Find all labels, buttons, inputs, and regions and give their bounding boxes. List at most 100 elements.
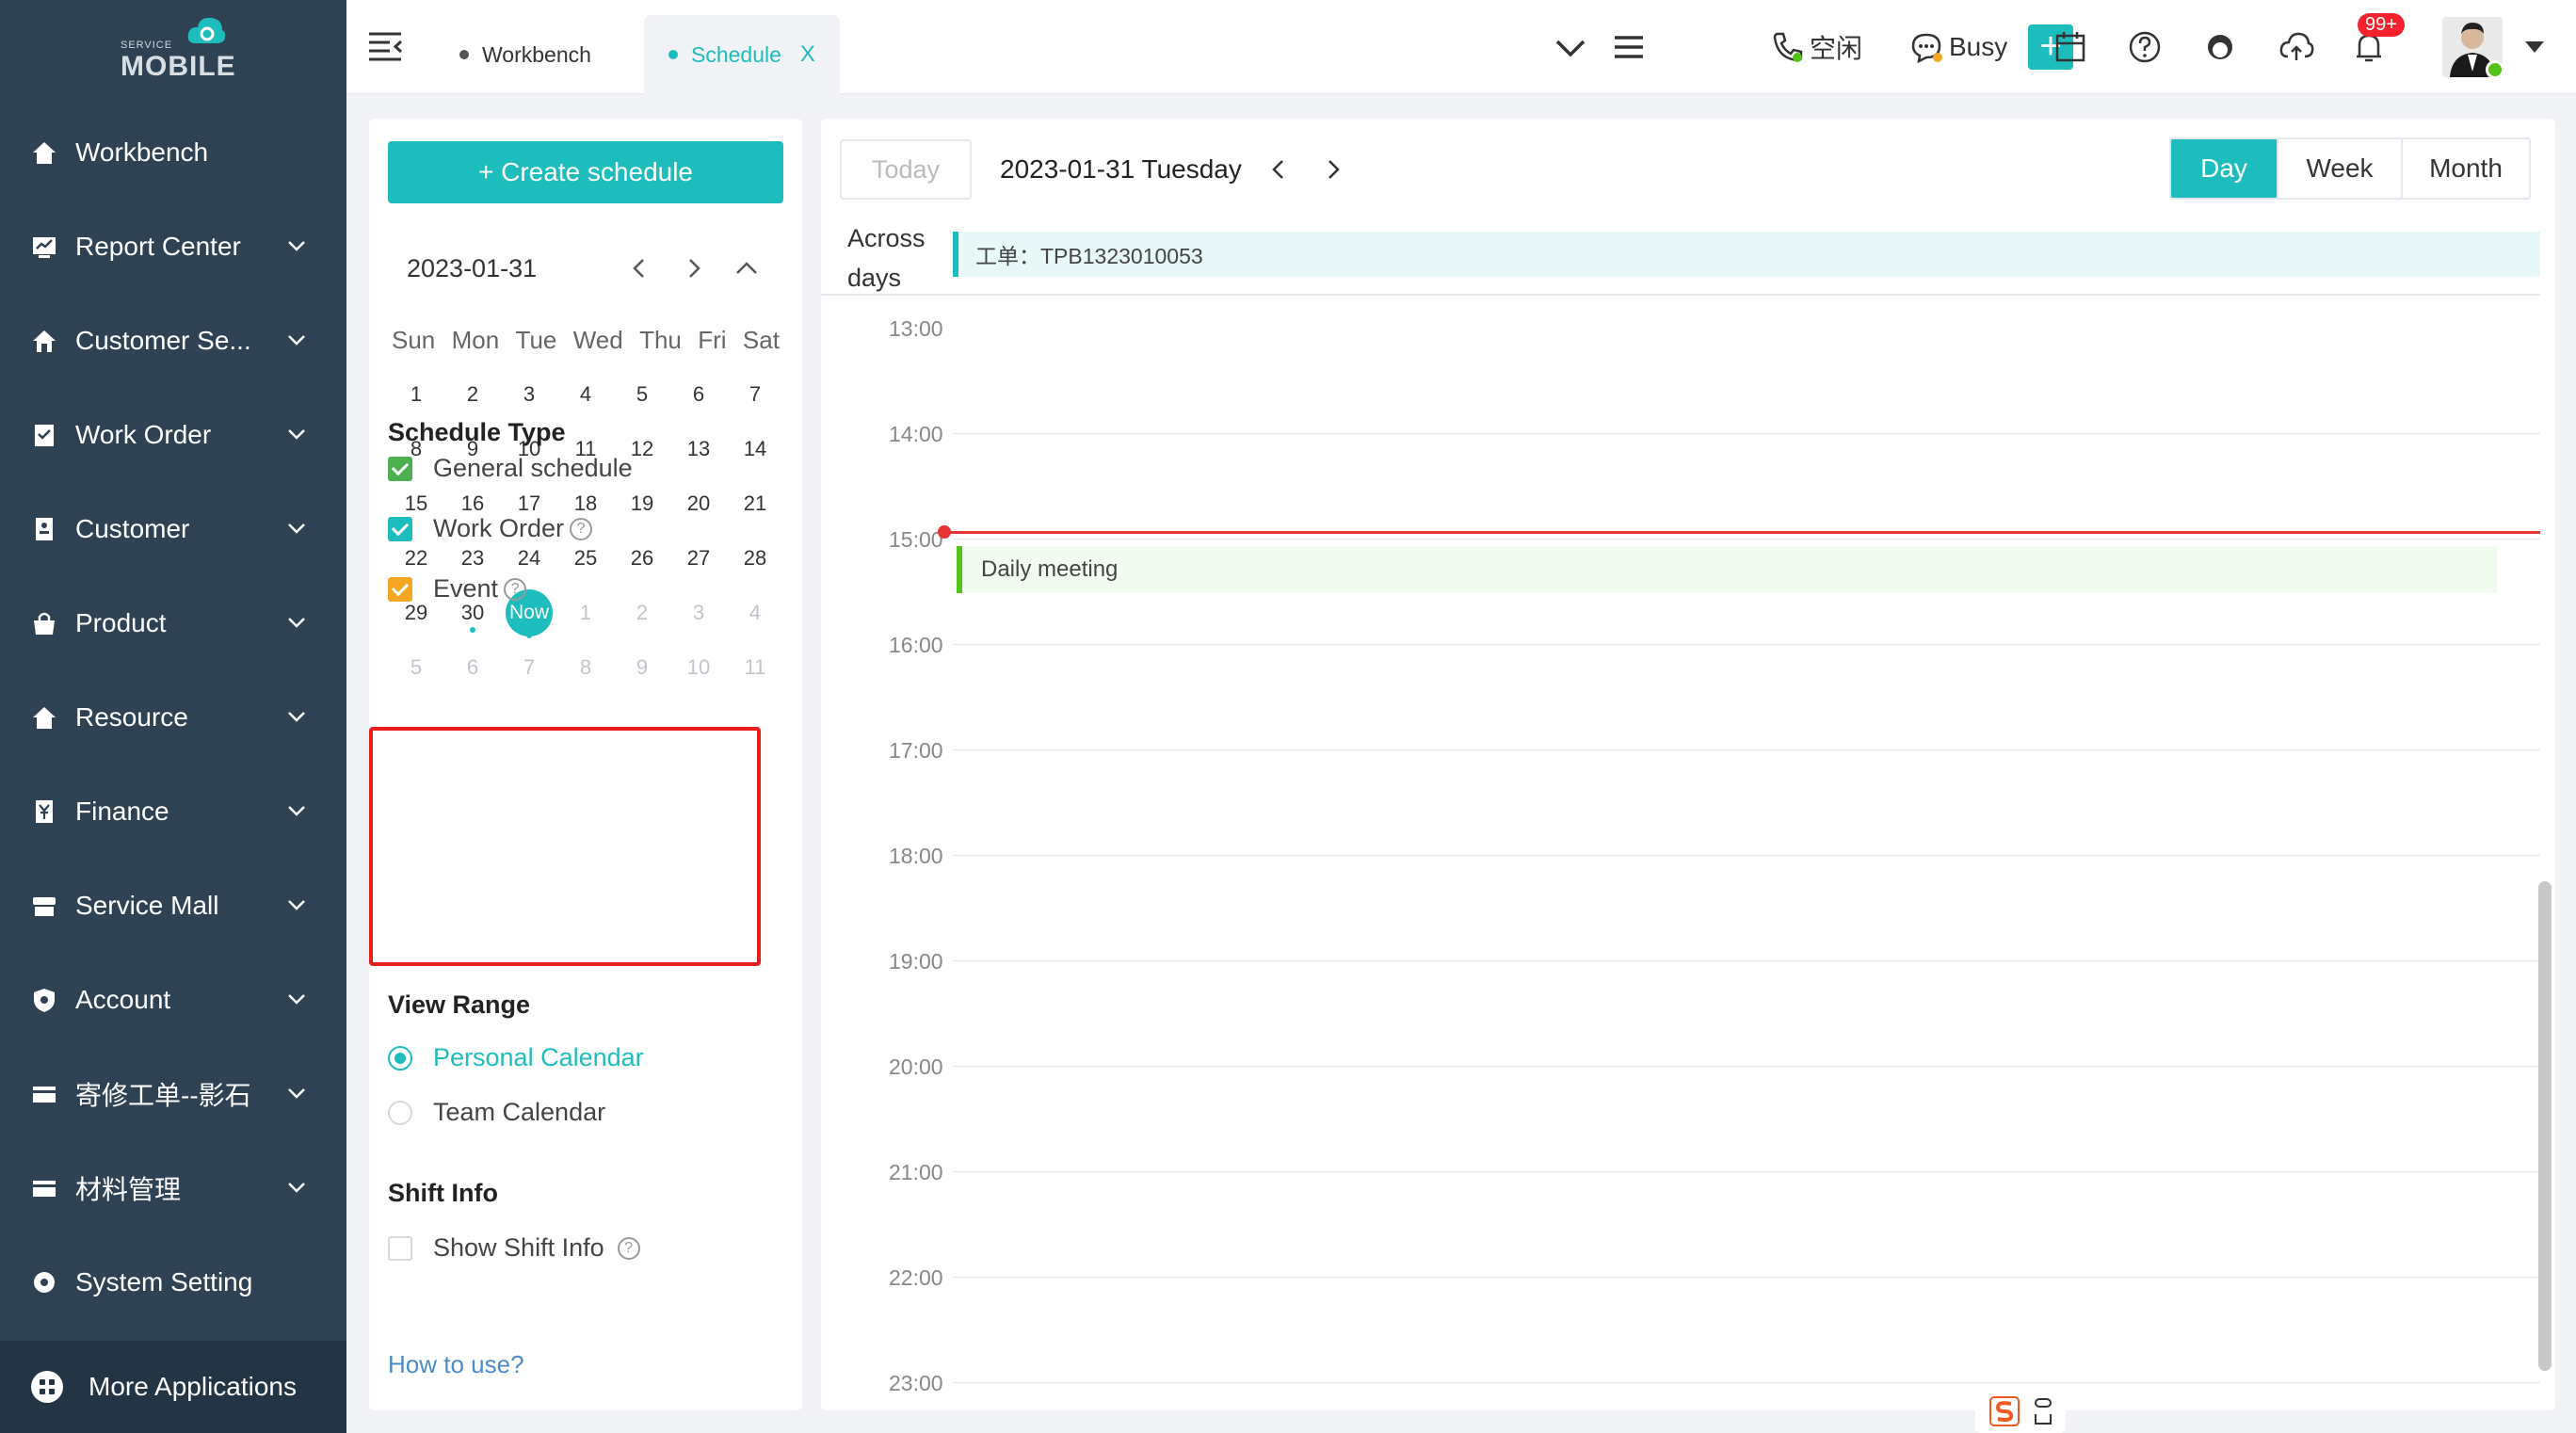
sidebar-item-customer[interactable]: Customer	[0, 482, 346, 576]
hour-row[interactable]: 18:00	[821, 844, 2540, 960]
caret-down-icon[interactable]	[2523, 38, 2546, 56]
mini-calendar-day[interactable]: 28	[727, 531, 783, 586]
mini-calendar-day[interactable]: 21	[727, 476, 783, 531]
mini-calendar-day[interactable]: 4	[557, 367, 614, 422]
mini-calendar-day[interactable]: 6	[670, 367, 727, 422]
mini-calendar-day[interactable]: 19	[614, 476, 670, 531]
avatar[interactable]	[2442, 17, 2503, 77]
hour-row[interactable]: 23:00	[821, 1371, 2540, 1410]
sidebar-item-service-mall[interactable]: Service Mall	[0, 859, 346, 953]
mini-calendar-day[interactable]: 6	[444, 640, 501, 695]
mini-calendar-day[interactable]: 27	[670, 531, 727, 586]
radio-icon	[388, 1100, 412, 1125]
app-logo[interactable]: SERVICE MOBILE	[121, 15, 235, 82]
store-icon	[30, 892, 58, 920]
sidebar-item-material[interactable]: 材料管理	[0, 1141, 346, 1235]
radio-personal-calendar[interactable]: Personal Calendar	[388, 1043, 644, 1072]
chevron-right-icon[interactable]	[1320, 156, 1346, 183]
sidebar-item-repair-order[interactable]: 寄修工单--影石	[0, 1047, 346, 1141]
chevron-right-icon[interactable]	[680, 254, 708, 282]
sidebar-item-product[interactable]: Product	[0, 576, 346, 670]
mini-calendar-day[interactable]: 3	[501, 367, 557, 422]
sidebar-item-report-center[interactable]: Report Center	[0, 200, 346, 294]
mini-calendar-day[interactable]: 7	[501, 640, 557, 695]
hour-row[interactable]: 13:00	[821, 316, 2540, 433]
mini-calendar-day[interactable]: 20	[670, 476, 727, 531]
mini-calendar-day[interactable]: 2	[444, 367, 501, 422]
hour-row[interactable]: 17:00	[821, 738, 2540, 855]
sidebar-item-label: Service Mall	[75, 891, 219, 920]
sidebar-item-label: System Setting	[75, 1267, 253, 1296]
mini-calendar-day[interactable]: 9	[614, 640, 670, 695]
mini-calendar-day[interactable]: 13	[670, 422, 727, 476]
mini-calendar-day[interactable]: 5	[388, 640, 444, 695]
hour-row[interactable]: 19:00	[821, 949, 2540, 1066]
view-week-button[interactable]: Week	[2277, 139, 2401, 198]
support-agent-icon[interactable]	[2203, 28, 2237, 66]
mini-calendar-day[interactable]: 11	[727, 640, 783, 695]
calendar-icon[interactable]	[2054, 28, 2086, 66]
tab-workbench[interactable]: Workbench	[459, 15, 591, 94]
scrollbar[interactable]	[2538, 881, 2552, 1371]
hour-row[interactable]: 14:00	[821, 422, 2540, 539]
mini-calendar-day[interactable]: 10	[670, 640, 727, 695]
chevron-down-icon	[288, 806, 305, 816]
chevron-down-icon[interactable]	[1554, 28, 1587, 66]
help-icon[interactable]: ?	[570, 517, 593, 540]
checkbox-event[interactable]: Event ?	[388, 574, 527, 604]
event-daily-meeting[interactable]: Daily meeting	[957, 546, 2497, 593]
menu-fold-icon[interactable]	[367, 30, 403, 62]
create-schedule-button[interactable]: + Create schedule	[388, 141, 783, 203]
sidebar-item-resource[interactable]: Resource	[0, 670, 346, 765]
how-to-use-link[interactable]: How to use?	[388, 1350, 524, 1379]
view-day-button[interactable]: Day	[2171, 139, 2277, 198]
tab-schedule[interactable]: Schedule X	[644, 15, 840, 94]
mini-calendar-day-label: 2	[466, 382, 479, 406]
chevron-down-icon	[288, 1088, 305, 1099]
help-icon[interactable]: ?	[504, 577, 527, 601]
help-icon[interactable]	[2128, 28, 2162, 66]
hour-row[interactable]: 16:00	[821, 633, 2540, 749]
scan-icon[interactable]	[2032, 1395, 2054, 1427]
sidebar-item-customer-service[interactable]: Customer Se...	[0, 294, 346, 388]
mini-calendar-day[interactable]: 5	[614, 367, 670, 422]
checkbox-work-order[interactable]: Work Order ?	[388, 514, 593, 543]
mini-calendar-day[interactable]: 4	[727, 586, 783, 640]
hour-row[interactable]: 22:00	[821, 1265, 2540, 1382]
mini-calendar-day-label: 16	[460, 491, 485, 515]
sidebar-item-account[interactable]: Account	[0, 953, 346, 1047]
mini-calendar-day[interactable]: 3	[670, 586, 727, 640]
cloud-upload-icon[interactable]	[2278, 28, 2314, 66]
checkbox-show-shift-info[interactable]: Show Shift Info ?	[388, 1233, 640, 1263]
sidebar-item-workbench[interactable]: Workbench	[0, 105, 346, 200]
radio-team-calendar[interactable]: Team Calendar	[388, 1098, 605, 1127]
chevron-left-icon[interactable]	[1265, 156, 1292, 183]
mini-calendar-day[interactable]: 7	[727, 367, 783, 422]
hour-row[interactable]: 21:00	[821, 1160, 2540, 1277]
tab-close-button[interactable]: X	[800, 41, 815, 68]
checkbox-general-schedule[interactable]: General schedule	[388, 454, 633, 483]
mini-calendar-day[interactable]: 14	[727, 422, 783, 476]
sidebar-item-finance[interactable]: Finance	[0, 765, 346, 859]
mini-calendar-day[interactable]: 1	[388, 367, 444, 422]
s-logo-icon[interactable]	[1988, 1395, 2021, 1427]
across-days-event[interactable]: 工单：TPB1323010053	[953, 232, 2540, 277]
mini-calendar-day[interactable]: 26	[614, 531, 670, 586]
list-menu-icon[interactable]	[1612, 28, 1646, 66]
view-month-button[interactable]: Month	[2401, 139, 2529, 198]
call-status-button[interactable]: 空闲	[1772, 28, 1862, 66]
phone-icon	[1773, 32, 1803, 62]
chevron-up-icon[interactable]	[733, 254, 761, 282]
chevron-left-icon[interactable]	[625, 254, 653, 282]
more-applications-button[interactable]: More Applications	[0, 1341, 346, 1433]
hour-row[interactable]: 20:00	[821, 1055, 2540, 1171]
sidebar-item-work-order[interactable]: Work Order	[0, 388, 346, 482]
today-button[interactable]: Today	[840, 139, 972, 200]
chat-status-button[interactable]: Busy	[1909, 28, 2007, 66]
mini-calendar-day[interactable]: 1	[557, 586, 614, 640]
mini-calendar-day[interactable]: 2	[614, 586, 670, 640]
mini-calendar-day[interactable]: 8	[557, 640, 614, 695]
weekday-label: Sat	[742, 326, 780, 354]
sidebar-item-system-setting[interactable]: System Setting	[0, 1235, 346, 1329]
help-icon[interactable]: ?	[617, 1236, 640, 1260]
